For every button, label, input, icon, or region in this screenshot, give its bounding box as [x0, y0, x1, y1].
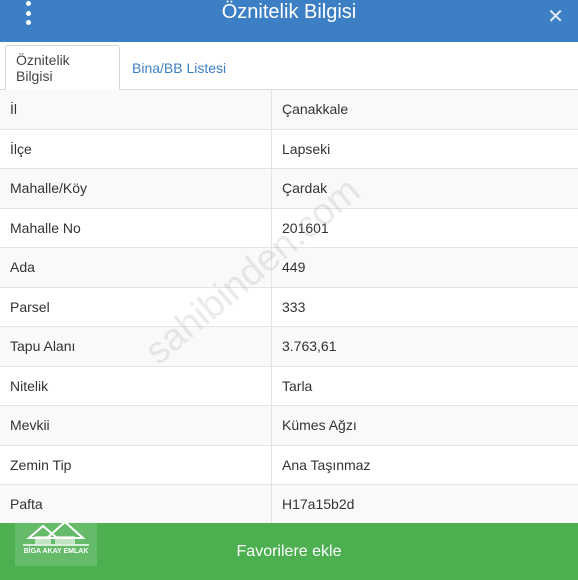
row-key: Mahalle/Köy — [0, 169, 272, 208]
tab-bar: Öznitelik Bilgisi Bina/BB Listesi — [0, 42, 578, 91]
row-value: 449 — [282, 259, 306, 276]
row-key: Ada — [0, 248, 272, 287]
house-logo-icon — [23, 520, 89, 546]
table-row: Mahalle/Köy Çardak — [0, 169, 578, 209]
row-value: 333 — [282, 298, 306, 315]
table-row: Tapu Alanı 3.763,61 — [0, 327, 578, 367]
table-row: Mevkii Kümes Ağzı — [0, 406, 578, 446]
table-row: İlçe Lapseki — [0, 129, 578, 169]
header-bar: Öznitelik Bilgisi ✕ — [0, 0, 578, 42]
table-row: Parsel 333 — [0, 287, 578, 327]
row-value: Tarla — [282, 377, 313, 394]
row-key: İl — [0, 90, 272, 129]
row-value: 3.763,61 — [282, 338, 337, 355]
table-row: Zemin Tip Ana Taşınmaz — [0, 445, 578, 485]
page-title: Öznitelik Bilgisi — [221, 0, 357, 23]
table-row: İl Çanakkale — [0, 90, 578, 130]
tab-oznitelik-bilgisi[interactable]: Öznitelik Bilgisi — [5, 45, 120, 91]
row-key: Mahalle No — [0, 208, 272, 247]
row-value: Çanakkale — [282, 101, 349, 118]
row-value: 201601 — [282, 219, 329, 236]
more-vertical-icon[interactable] — [20, 1, 36, 25]
logo-text: BİGA AKAY EMLAK — [23, 548, 89, 555]
table-row: Nitelik Tarla — [0, 366, 578, 406]
row-value: Kümes Ağzı — [282, 417, 357, 434]
agency-logo: BİGA AKAY EMLAK — [15, 516, 97, 566]
row-key: Mevkii — [0, 406, 272, 445]
row-value: H17a15b2d — [282, 496, 355, 513]
row-value: Ana Taşınmaz — [282, 456, 371, 473]
close-icon[interactable]: ✕ — [547, 4, 564, 29]
tab-bina-bb-listesi[interactable]: Bina/BB Listesi — [122, 45, 236, 91]
row-key: Parsel — [0, 287, 272, 326]
row-key: Tapu Alanı — [0, 327, 272, 366]
row-key: Zemin Tip — [0, 445, 272, 484]
row-value: Lapseki — [282, 140, 331, 157]
row-key: Nitelik — [0, 366, 272, 405]
attribute-table: İl Çanakkale İlçe Lapseki Mahalle/Köy Ça… — [0, 90, 578, 525]
row-value: Çardak — [282, 180, 328, 197]
table-row: Ada 449 — [0, 248, 578, 288]
row-key: İlçe — [0, 129, 272, 168]
table-row: Mahalle No 201601 — [0, 208, 578, 248]
